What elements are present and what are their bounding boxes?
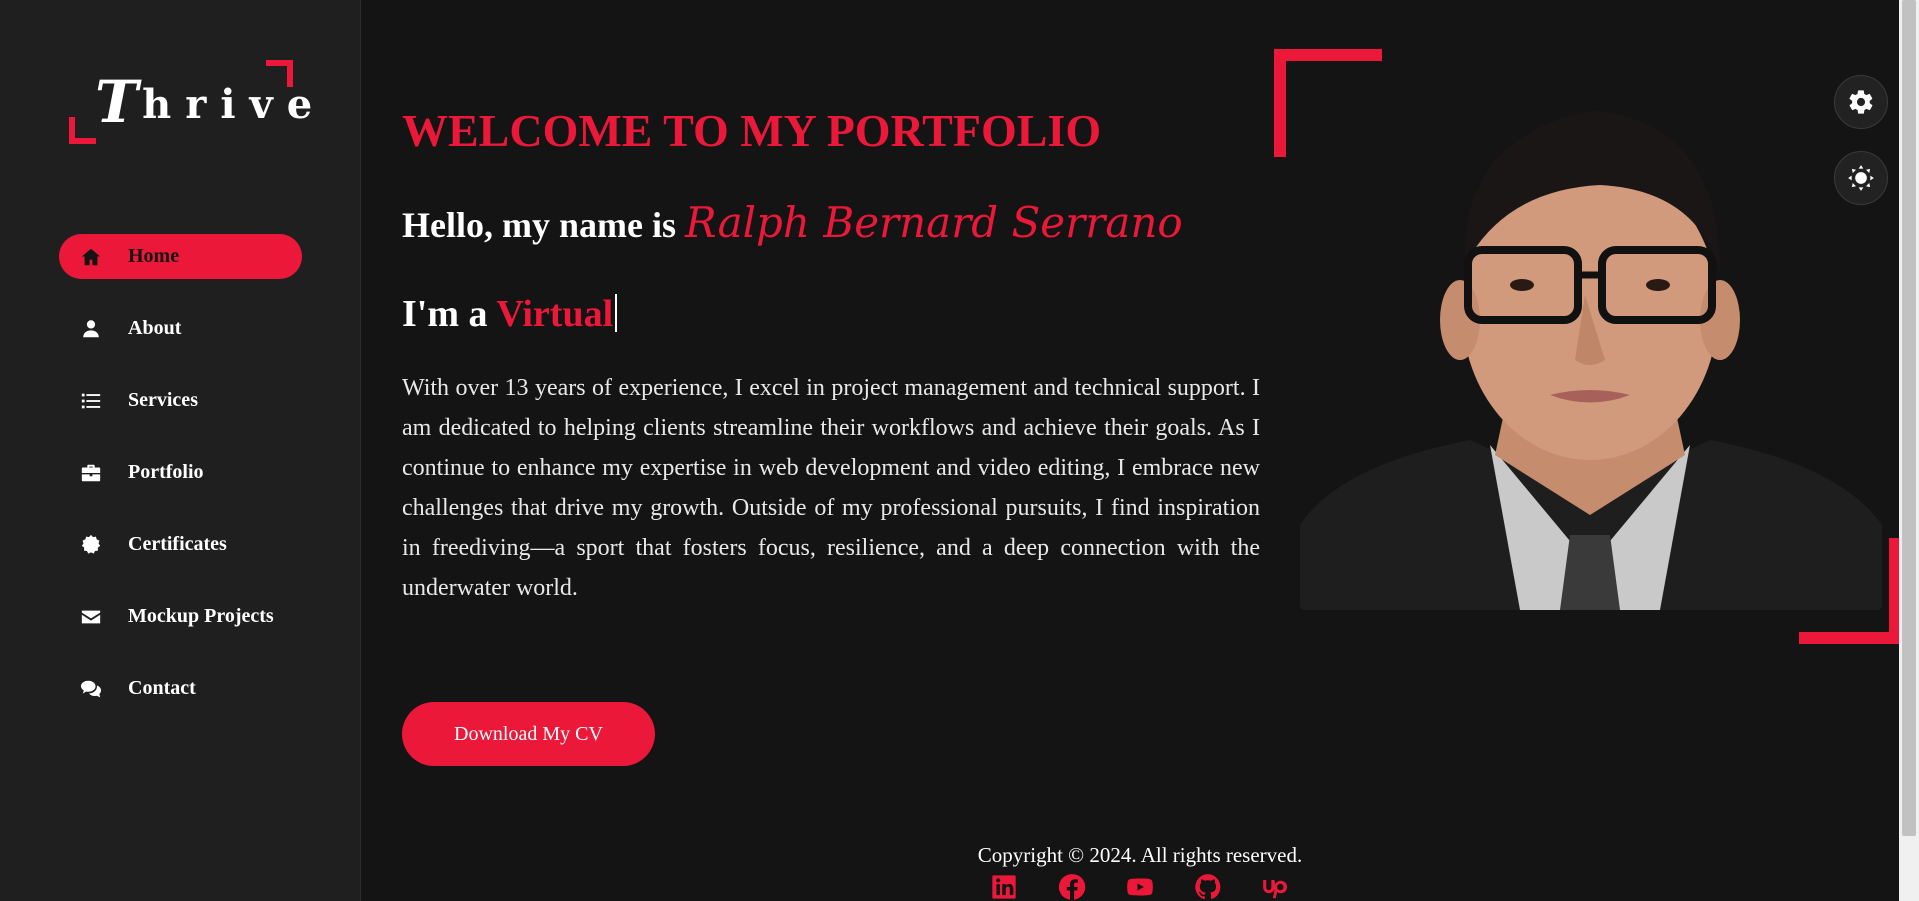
linkedin-icon (992, 875, 1016, 899)
envelope-icon (78, 605, 104, 629)
typing-cursor (615, 294, 618, 332)
comments-icon (78, 677, 104, 701)
user-icon (78, 317, 104, 341)
sidebar-item-label: Certificates (128, 533, 227, 555)
youtube-link[interactable] (1125, 873, 1155, 901)
logo-text: Thrive (95, 68, 326, 136)
greeting-prefix: Hello, my name is (402, 205, 685, 245)
gear-icon (1849, 90, 1873, 114)
copyright-text: Copyright © 2024. All rights reserved. (977, 843, 1303, 867)
facebook-icon (1058, 874, 1086, 900)
page-title: WELCOME TO MY PORTFOLIO (402, 105, 1102, 156)
role-typed-text: Virtual (496, 293, 614, 335)
social-links (361, 873, 1919, 901)
list-icon (78, 389, 104, 413)
logo[interactable]: Thrive (69, 60, 312, 144)
theme-toggle-button[interactable] (1834, 151, 1888, 205)
certificate-icon (78, 533, 104, 557)
scrollbar-thumb[interactable] (1902, 0, 1916, 836)
sidebar: Thrive Home About Services Portfolio Cer… (0, 0, 361, 901)
greeting: Hello, my name is Ralph Bernard Serrano (402, 198, 1183, 247)
sidebar-item-services[interactable]: Services (59, 378, 302, 423)
home-icon (78, 245, 104, 269)
logo-corner-bottom-left (69, 117, 96, 144)
page-scrollbar[interactable] (1899, 0, 1919, 901)
github-icon (1195, 874, 1221, 900)
owner-name: Ralph Bernard Serrano (684, 198, 1183, 247)
sidebar-item-label: Home (128, 245, 180, 267)
briefcase-icon (78, 461, 104, 485)
sidebar-item-portfolio[interactable]: Portfolio (59, 450, 302, 495)
facebook-link[interactable] (1057, 873, 1087, 901)
sidebar-item-mockup-projects[interactable]: Mockup Projects (59, 594, 302, 639)
logo-rest: hrive (142, 81, 327, 128)
profile-photo (1300, 95, 1882, 610)
sidebar-item-label: Portfolio (128, 461, 204, 483)
sidebar-item-about[interactable]: About (59, 306, 302, 351)
sidebar-item-home[interactable]: Home (59, 234, 302, 279)
bio-paragraph: With over 13 years of experience, I exce… (402, 375, 1260, 601)
sidebar-item-label: Contact (128, 677, 196, 699)
sidebar-nav: Home About Services Portfolio Certificat… (59, 234, 302, 738)
role-prefix: I'm a (402, 293, 497, 335)
role-line: I'm a Virtual (402, 292, 618, 336)
sun-icon (1848, 165, 1874, 191)
download-cv-button[interactable]: Download My CV (402, 702, 655, 766)
sidebar-item-label: About (128, 317, 182, 339)
linkedin-link[interactable] (989, 873, 1019, 901)
footer: Copyright © 2024. All rights reserved. (361, 843, 1919, 900)
youtube-icon (1127, 878, 1153, 896)
github-link[interactable] (1193, 873, 1223, 901)
sidebar-item-label: Mockup Projects (128, 605, 274, 627)
upwork-icon (1263, 880, 1288, 899)
sidebar-item-contact[interactable]: Contact (59, 666, 302, 711)
sidebar-item-certificates[interactable]: Certificates (59, 522, 302, 567)
logo-initial: T (95, 68, 143, 136)
upwork-link[interactable] (1261, 873, 1291, 901)
settings-button[interactable] (1834, 75, 1888, 129)
sidebar-item-label: Services (128, 389, 198, 411)
